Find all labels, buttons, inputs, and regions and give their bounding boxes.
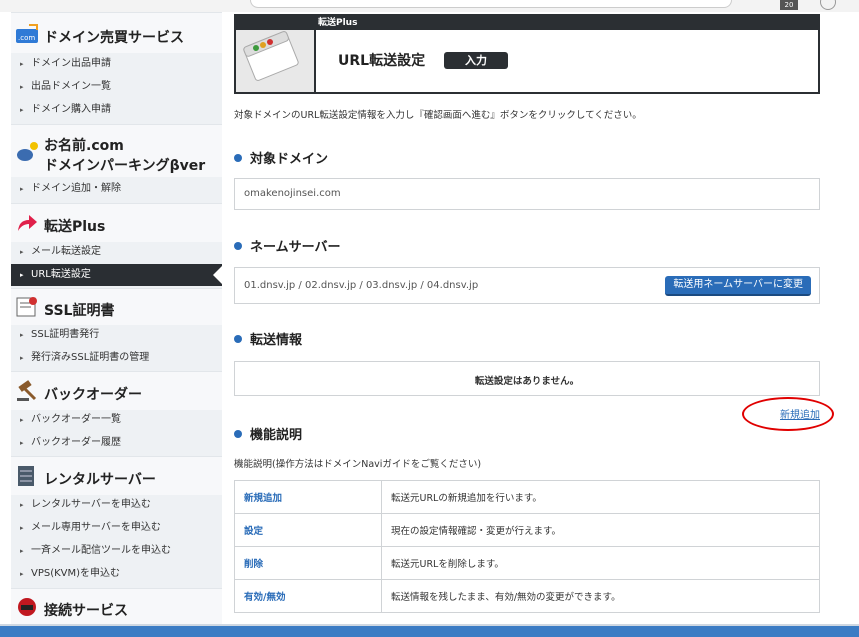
table-row: 有効/無効 転送情報を残したまま、有効/無効の変更ができます。 [234,579,820,613]
change-nameserver-button[interactable]: 転送用ネームサーバーに変更 [665,276,811,296]
com-icon-text: .com [18,34,35,42]
sidebar-section-title-line2: ドメインパーキングβver [44,158,206,174]
nameserver-value: 01.dnsv.jp / 02.dnsv.jp / 03.dnsv.jp / 0… [244,280,479,291]
sidebar-section-title: ドメイン売買サービス [44,30,184,46]
page-description: 対象ドメインのURL転送設定情報を入力し『確認画面へ進む』ボタンをクリックしてく… [234,110,642,121]
sidebar-item-ssl-issue[interactable]: ▸ SSL証明書発行 [11,324,222,346]
sidebar-section-forward-plus[interactable]: 転送Plus [11,203,222,242]
com-icon: .com [15,24,39,46]
bullet-icon [234,242,242,250]
forward-arrow-icon [15,212,39,234]
table-row: 新規追加 転送元URLの新規追加を行います。 [234,480,820,514]
sidebar-item-listed-domains[interactable]: ▸ 出品ドメイン一覧 [11,76,222,98]
header-caption-bar: 転送Plus [236,16,818,30]
sidebar-item-domain-listing-request[interactable]: ▸ ドメイン出品申請 [11,53,222,75]
step-badge: 入力 [444,52,508,69]
section-heading-forwarding: 転送情報 [234,329,302,348]
sidebar-item-domain-add-remove[interactable]: ▸ ドメイン追加・解除 [11,178,222,200]
profile-icon[interactable] [820,0,836,10]
features-table: 新規追加 転送元URLの新規追加を行います。 設定 現在の設定情報確認・変更が行えま… [234,480,820,613]
bullet-icon [234,430,242,438]
sidebar-item-vps-apply[interactable]: ▸ VPS(KVM)を申込む [11,563,222,585]
sidebar-section-title: SSL証明書 [44,303,115,319]
server-icon [15,465,39,487]
forwarding-box: 転送設定はありません。 [234,361,820,396]
sidebar-item-ssl-manage[interactable]: ▸ 発行済みSSL証明書の管理 [11,347,222,369]
sidebar-item-backorder-list[interactable]: ▸ バックオーダー一覧 [11,409,222,431]
sidebar-section-title: 接続サービス [44,603,128,619]
bullet-icon [234,335,242,343]
sidebar-section-domain-trade[interactable]: .com ドメイン売買サービス [11,12,222,53]
page-title: URL転送設定 [338,53,426,69]
sidebar-section-connection[interactable]: 接続サービス [11,588,222,625]
section-heading-features: 機能説明 [234,424,302,443]
sidebar-section-title: バックオーダー [44,387,142,403]
sidebar-section-rental-server[interactable]: レンタルサーバー [11,456,222,495]
address-bar[interactable] [250,0,732,8]
feature-name: 有効/無効 [234,579,382,613]
coins-icon [15,141,39,163]
features-note: 機能説明(操作方法はドメインNaviガイドをご覧ください) [234,459,482,470]
feature-desc: 現在の設定情報確認・変更が行えます。 [381,513,820,547]
router-icon [15,596,39,618]
section-heading-target-domain: 対象ドメイン [234,148,328,167]
nameserver-box: 01.dnsv.jp / 02.dnsv.jp / 03.dnsv.jp / 0… [234,267,820,304]
bullet-icon [234,154,242,162]
browser-top-bar: 20 [0,0,859,12]
feature-desc: 転送元URLの新規追加を行います。 [381,480,820,514]
header-caption: 転送Plus [318,18,358,28]
taskbar [0,624,859,637]
sidebar-item-rental-server-apply[interactable]: ▸ レンタルサーバーを申込む [11,494,222,516]
feature-desc: 転送元URLを削除します。 [381,546,820,580]
page-header: 転送Plus URL転送設定 入力 [234,14,820,94]
sidebar-section-ssl[interactable]: SSL証明書 [11,288,222,325]
sidebar-section-parking[interactable]: お名前.com ドメインパーキングβver [11,124,222,177]
sidebar-section-title: 転送Plus [44,219,106,235]
sidebar-item-url-forward[interactable]: ▸ URL転送設定 [11,264,222,286]
feature-name: 設定 [234,513,382,547]
table-row: 削除 転送元URLを削除します。 [234,546,820,580]
sidebar-section-title-line1: お名前.com [44,138,124,154]
highlight-circle [742,397,834,431]
feature-name: 新規追加 [234,480,382,514]
forwarding-empty-message: 転送設定はありません。 [474,376,580,387]
table-row: 設定 現在の設定情報確認・変更が行えます。 [234,513,820,547]
target-domain-box: omakenojinsei.com [234,178,820,210]
sidebar-item-backorder-history[interactable]: ▸ バックオーダー履歴 [11,432,222,454]
tab-count-badge[interactable]: 20 [780,0,798,10]
sidebar-item-mail-forward[interactable]: ▸ メール転送設定 [11,241,222,263]
sidebar-section-title: レンタルサーバー [44,472,156,488]
feature-name: 削除 [234,546,382,580]
target-domain-value: omakenojinsei.com [244,188,341,199]
sidebar-section-backorder[interactable]: バックオーダー [11,371,222,410]
feature-desc: 転送情報を残したまま、有効/無効の変更ができます。 [381,579,820,613]
section-heading-nameserver: ネームサーバー [234,236,340,255]
certificate-icon [15,296,39,318]
sidebar: .com ドメイン売買サービス ▸ ドメイン出品申請 ▸ 出品ドメイン一覧 ▸ ドメイ… [11,12,222,625]
sidebar-item-mail-server-apply[interactable]: ▸ メール専用サーバーを申込む [11,517,222,539]
gavel-icon [15,380,39,402]
sidebar-item-bulk-mail-apply[interactable]: ▸ 一斉メール配信ツールを申込む [11,540,222,562]
sidebar-item-domain-purchase-request[interactable]: ▸ ドメイン購入申請 [11,99,222,121]
